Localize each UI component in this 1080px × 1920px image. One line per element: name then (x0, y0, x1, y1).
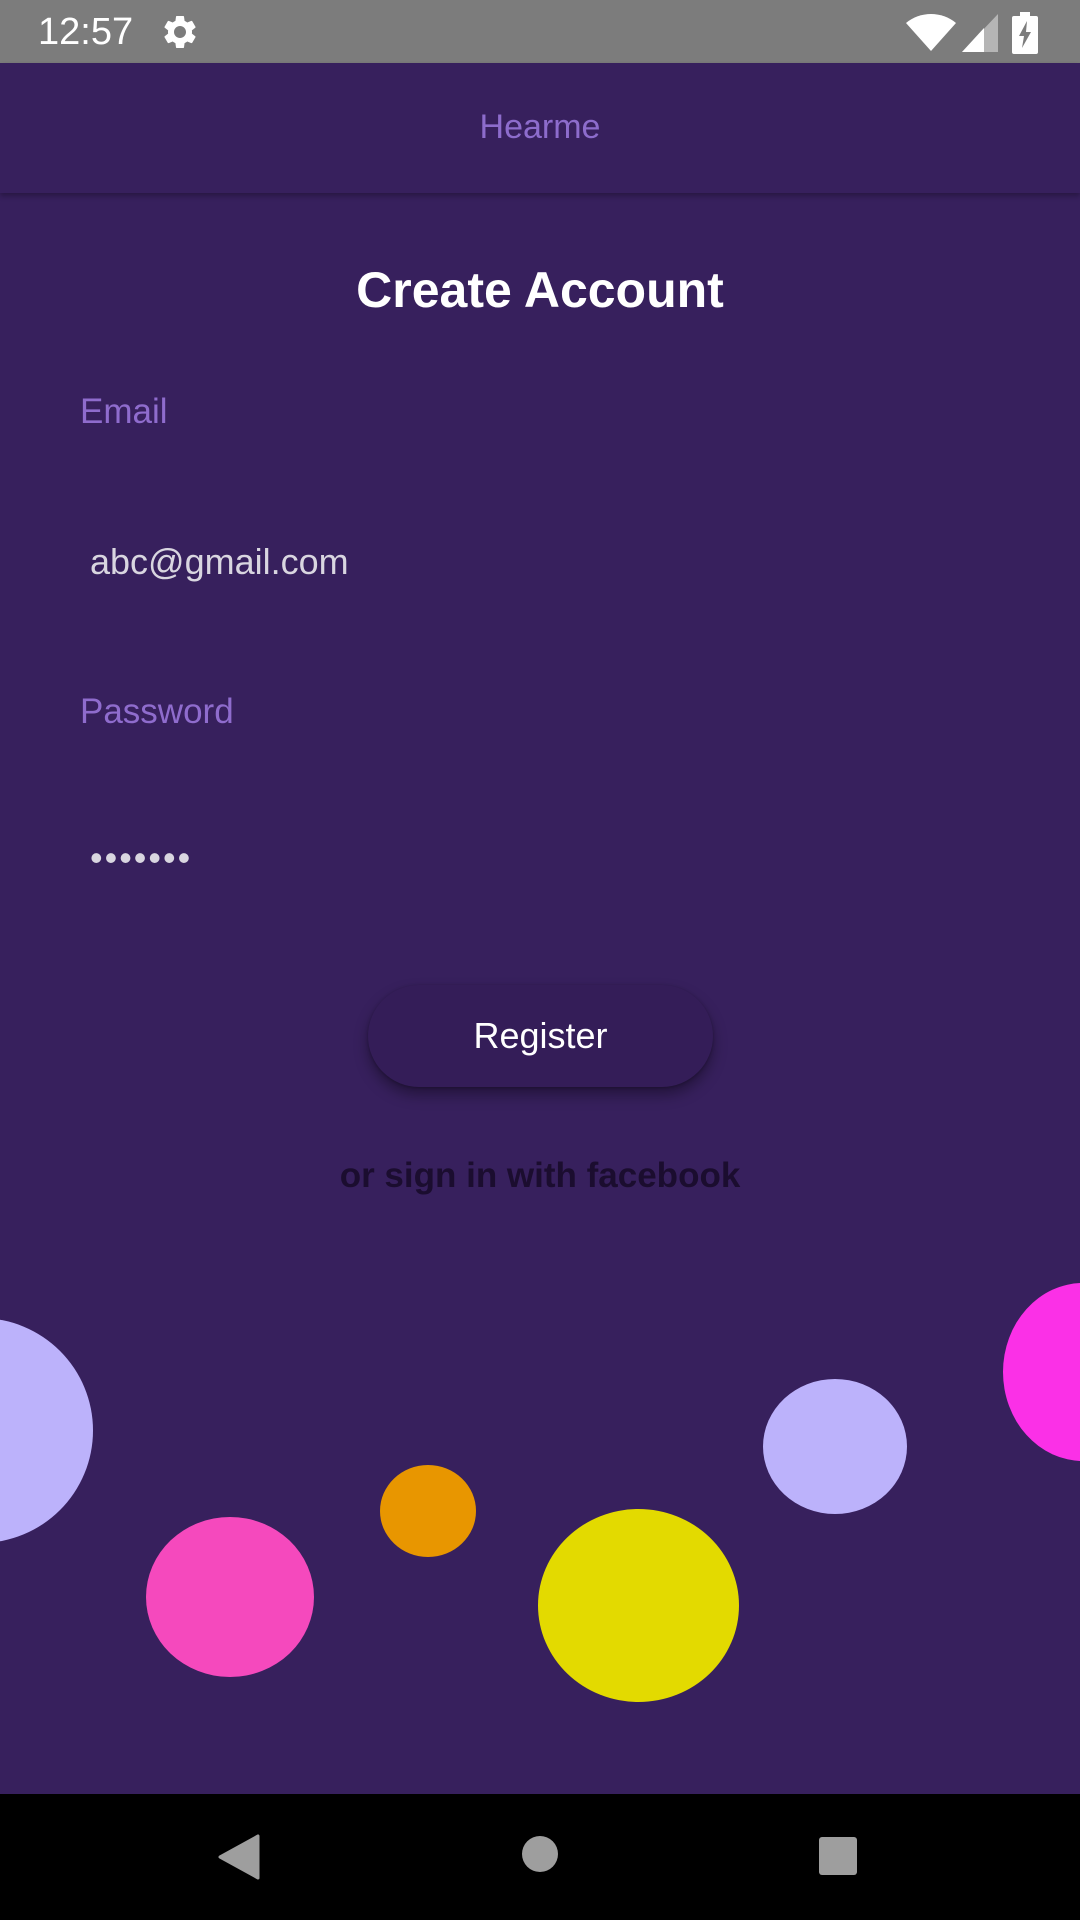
back-icon[interactable] (218, 1834, 260, 1880)
decorative-bubble-lavender (0, 1318, 93, 1543)
decorative-bubble-lavender (763, 1379, 907, 1514)
app-title: Hearme (479, 108, 601, 146)
decorative-bubble-yellow (538, 1509, 739, 1702)
decorative-bubble-pink (146, 1517, 314, 1677)
wifi-icon (906, 14, 956, 51)
recents-icon[interactable] (818, 1836, 858, 1876)
gear-icon (164, 15, 196, 48)
email-field[interactable] (80, 527, 1000, 597)
battery-charging-icon (1012, 12, 1038, 54)
status-bar: 12:57 (0, 0, 1080, 63)
register-button[interactable]: Register (368, 985, 713, 1087)
password-label: Password (80, 692, 234, 731)
decorative-bubble-orange (380, 1465, 476, 1557)
password-field[interactable] (80, 823, 1000, 893)
app-bar: Hearme (0, 63, 1080, 193)
email-label: Email (80, 392, 168, 431)
status-time: 12:57 (38, 11, 134, 53)
decorative-bubble-magenta (1003, 1283, 1080, 1461)
create-account-screen: 12:57 Hearme Create Account Email Passwo… (0, 0, 1080, 1920)
home-icon[interactable] (520, 1834, 560, 1874)
facebook-sign-in-link[interactable]: or sign in with facebook (0, 1154, 1080, 1198)
page-title: Create Account (356, 262, 724, 318)
cell-signal-icon (962, 14, 998, 52)
navigation-bar (0, 1794, 1080, 1920)
